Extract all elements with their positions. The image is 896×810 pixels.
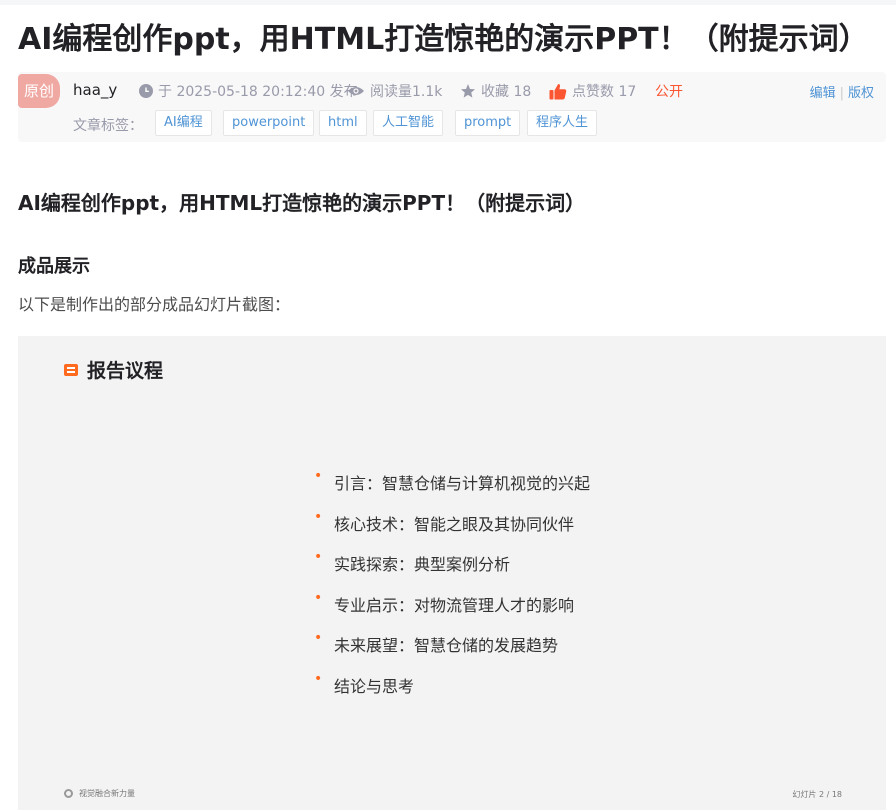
favorite-button[interactable]: 收藏 18 bbox=[460, 81, 531, 101]
agenda-item: • 引言：智慧仓储与计算机视觉的兴起 bbox=[314, 468, 591, 511]
agenda-item: • 核心技术：智能之眼及其协同伙伴 bbox=[314, 508, 590, 552]
agenda-item-text: 引言：智慧仓储与计算机视觉的兴起 bbox=[334, 474, 591, 493]
tags-label: 文章标签： bbox=[73, 118, 143, 134]
slide-title-text: 报告议程 bbox=[87, 360, 164, 382]
article-title: AI编程创作ppt，用HTML打造惊艳的演示PPT！（附提示词） bbox=[18, 22, 869, 57]
tag-artificial-intelligence[interactable]: 人工智能 bbox=[373, 110, 444, 136]
publish-time: 于 2025-05-18 20:12:40 发布 bbox=[139, 81, 358, 101]
agenda-item-text: 未来展望：智慧仓储的发展趋势 bbox=[334, 636, 559, 656]
agenda-item: • 结论与思考 bbox=[314, 670, 590, 714]
link-separator: | bbox=[839, 86, 844, 101]
publish-time-text: 于 2025-05-18 20:12:40 发布 bbox=[158, 84, 358, 100]
article-meta: 原创 haa_y 于 2025-05-18 20:12:40 发布 阅读量1.1… bbox=[18, 72, 886, 142]
eye-icon bbox=[348, 87, 364, 95]
section-heading: 成品展示 bbox=[18, 256, 90, 277]
author-link[interactable]: haa_y bbox=[73, 81, 117, 99]
agenda-item: • 专业启示：对物流管理人才的影响 bbox=[314, 589, 590, 633]
tag-prompt[interactable]: prompt bbox=[455, 110, 521, 136]
thumbs-up-icon bbox=[549, 83, 567, 99]
star-icon bbox=[461, 84, 475, 98]
tag-ai-programming[interactable]: AI编程 bbox=[155, 110, 212, 136]
content-subtitle: AI编程创作ppt，用HTML打造惊艳的演示PPT！（附提示词） bbox=[18, 191, 586, 215]
visibility-label: 公开 bbox=[655, 84, 683, 100]
list-icon bbox=[64, 363, 78, 376]
circle-logo-icon bbox=[64, 789, 73, 798]
tag-powerpoint[interactable]: powerpoint bbox=[223, 110, 315, 136]
favorite-count: 收藏 18 bbox=[481, 84, 532, 100]
like-button[interactable]: 点赞数 17 bbox=[549, 81, 636, 101]
agenda-item-text: 核心技术：智能之眼及其协同伙伴 bbox=[334, 514, 575, 534]
slide-footer-brand-text: 视觉融合新力量 bbox=[79, 789, 135, 798]
agenda-item: • 未来展望：智慧仓储的发展趋势 bbox=[314, 630, 590, 673]
bullet-icon: • bbox=[314, 630, 323, 647]
read-count-text: 阅读量1.1k bbox=[370, 84, 443, 100]
tag-programmer-life[interactable]: 程序人生 bbox=[527, 110, 598, 136]
top-strip bbox=[0, 0, 896, 5]
clock-icon bbox=[139, 84, 153, 98]
agenda-list: • 引言：智慧仓储与计算机视觉的兴起 • 核心技术：智能之眼及其协同伙伴 • 实践探索… bbox=[314, 468, 591, 714]
edit-link[interactable]: 编辑 bbox=[810, 86, 836, 101]
bullet-icon: • bbox=[314, 589, 323, 606]
bullet-icon: • bbox=[314, 468, 323, 484]
original-badge: 原创 bbox=[18, 74, 60, 108]
copyright-link[interactable]: 版权 bbox=[848, 86, 874, 101]
bullet-icon: • bbox=[314, 549, 323, 566]
slide-screenshot: 报告议程 • 引言：智慧仓储与计算机视觉的兴起 • 核心技术：智能之眼及其协同伙伴 … bbox=[18, 336, 886, 810]
read-count: 阅读量1.1k bbox=[347, 81, 442, 101]
agenda-item-text: 实践探索：典型案例分析 bbox=[334, 555, 511, 575]
tag-html[interactable]: html bbox=[319, 110, 367, 136]
bullet-icon: • bbox=[314, 670, 323, 687]
slide-footer-brand: 视觉融合新力量 bbox=[64, 788, 135, 799]
slide-title: 报告议程 bbox=[64, 356, 163, 383]
agenda-item-text: 专业启示：对物流管理人才的影响 bbox=[334, 595, 575, 615]
agenda-item-text: 结论与思考 bbox=[334, 676, 415, 696]
slide-page-number: 幻灯片 2 / 18 bbox=[792, 790, 842, 799]
edit-links: 编辑 | 版权 bbox=[810, 82, 874, 101]
bullet-icon: • bbox=[314, 508, 323, 525]
intro-paragraph: 以下是制作出的部分成品幻灯片截图： bbox=[18, 295, 291, 314]
agenda-item: • 实践探索：典型案例分析 bbox=[314, 549, 590, 592]
like-count: 点赞数 17 bbox=[572, 84, 637, 100]
